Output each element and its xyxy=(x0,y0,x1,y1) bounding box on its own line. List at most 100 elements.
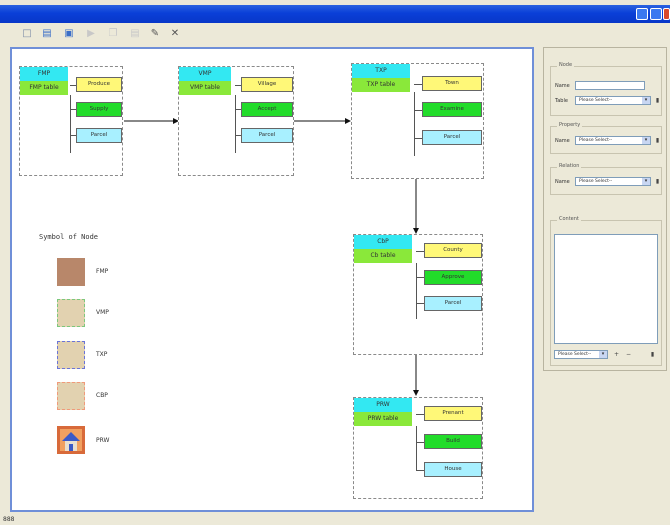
node-table-label: TXP table xyxy=(352,78,410,92)
node-txp[interactable]: TXP TXP table Town Examine Parcel xyxy=(351,63,484,179)
delete-x-icon[interactable]: ✕ xyxy=(168,27,182,41)
remove-icon[interactable]: − xyxy=(624,350,633,359)
tree-line xyxy=(414,92,415,156)
content-textarea[interactable] xyxy=(554,234,658,344)
trash-icon[interactable]: ▮ xyxy=(653,136,662,145)
node-name-input[interactable] xyxy=(575,81,645,90)
node-table-label: PRW table xyxy=(354,412,412,426)
tree-branch xyxy=(416,303,424,304)
tree-branch xyxy=(416,277,424,278)
name-label: Name xyxy=(555,83,570,89)
tree-branch xyxy=(416,251,424,252)
group-title: Relation xyxy=(557,163,582,169)
legend-symbol-prw[interactable] xyxy=(57,426,85,454)
property-panel: Node Name Table Please Select-- ▾ ▮ Prope… xyxy=(543,47,667,371)
minimize-button[interactable] xyxy=(636,8,648,20)
new-file-icon[interactable]: □ xyxy=(20,27,34,41)
node-cbp[interactable]: CbP Cb table County Approve Parcel xyxy=(353,234,483,355)
open-folder-icon[interactable]: ▤ xyxy=(40,27,54,41)
relation-name-select[interactable]: Please Select-- ▾ xyxy=(575,177,651,186)
node-header: CbP xyxy=(354,235,412,249)
property-name-select[interactable]: Please Select-- ▾ xyxy=(575,136,651,145)
parcel-chip[interactable]: Parcel xyxy=(241,128,293,143)
tree-branch xyxy=(416,470,424,471)
edit-pen-icon[interactable]: ✎ xyxy=(148,27,162,41)
relation-chip[interactable]: Examine xyxy=(422,102,482,117)
chevron-down-icon: ▾ xyxy=(642,137,650,144)
node-table-label: Cb table xyxy=(354,249,412,263)
legend-label: TXP xyxy=(96,351,108,358)
relation-group: Relation Name Please Select-- ▾ ▮ xyxy=(550,163,662,195)
content-select[interactable]: Please Select-- ▾ xyxy=(554,350,608,359)
trash-icon[interactable]: ▮ xyxy=(653,177,662,186)
legend-symbol-vmp[interactable] xyxy=(57,299,85,327)
node-prw[interactable]: PRW PRW table Prenant Build House xyxy=(353,397,483,499)
legend-title: Symbol of Node xyxy=(39,233,99,241)
tree-branch xyxy=(414,138,422,139)
add-icon[interactable]: + xyxy=(612,350,621,359)
chevron-down-icon: ▾ xyxy=(642,97,650,104)
legend-label: CBP xyxy=(96,392,108,399)
property-chip[interactable]: County xyxy=(424,243,482,258)
legend-symbol-txp[interactable] xyxy=(57,341,85,369)
node-header: FMP xyxy=(20,67,68,81)
node-header: VMP xyxy=(179,67,231,81)
property-chip[interactable]: Town xyxy=(422,76,482,91)
group-title: Content xyxy=(557,216,581,222)
name-label: Name xyxy=(555,138,570,144)
tree-line xyxy=(416,263,417,319)
node-table-label: VMP table xyxy=(179,81,231,95)
tree-branch xyxy=(414,110,422,111)
save-icon[interactable]: ▣ xyxy=(62,27,76,41)
copy-icon[interactable]: ❐ xyxy=(106,27,120,41)
node-header: PRW xyxy=(354,398,412,412)
node-group: Node Name Table Please Select-- ▾ ▮ xyxy=(550,62,662,116)
relation-chip[interactable]: Approve xyxy=(424,270,482,285)
close-button[interactable] xyxy=(663,8,670,20)
table-select[interactable]: Please Select-- ▾ xyxy=(575,96,651,105)
property-group: Property Name Please Select-- ▾ ▮ xyxy=(550,122,662,154)
title-bar xyxy=(0,5,670,23)
group-title: Property xyxy=(557,122,583,128)
parcel-chip[interactable]: House xyxy=(424,462,482,477)
relation-chip[interactable]: Accept xyxy=(241,102,293,117)
group-title: Node xyxy=(557,62,575,68)
tree-branch xyxy=(416,442,424,443)
legend-symbol-fmp[interactable] xyxy=(57,258,85,286)
parcel-chip[interactable]: Parcel xyxy=(422,130,482,145)
legend-label: FMP xyxy=(96,268,109,275)
status-text: 888 xyxy=(3,516,15,523)
parcel-chip[interactable]: Parcel xyxy=(424,296,482,311)
tree-branch xyxy=(416,414,424,415)
relation-chip[interactable]: Build xyxy=(424,434,482,449)
table-label: Table xyxy=(555,98,568,104)
tree-branch xyxy=(414,84,422,85)
tree-line xyxy=(70,95,71,153)
trash-icon[interactable]: ▮ xyxy=(653,96,662,105)
chevron-down-icon: ▾ xyxy=(642,178,650,185)
property-chip[interactable]: Prenant xyxy=(424,406,482,421)
print-icon[interactable]: ▤ xyxy=(128,27,142,41)
run-icon[interactable]: ▶ xyxy=(84,27,98,41)
parcel-chip[interactable]: Parcel xyxy=(76,128,122,143)
legend-label: VMP xyxy=(96,309,109,316)
legend-symbol-cbp[interactable] xyxy=(57,382,85,410)
chevron-down-icon: ▾ xyxy=(599,351,607,358)
node-vmp[interactable]: VMP VMP table Village Accept Parcel xyxy=(178,66,294,176)
app-window: □ ▤ ▣ ▶ ❐ ▤ ✎ ✕ FMP FMP table Produce Su… xyxy=(0,0,670,525)
relation-chip[interactable]: Supply xyxy=(76,102,122,117)
tree-line xyxy=(416,426,417,470)
trash-icon[interactable]: ▮ xyxy=(648,350,657,359)
name-label: Name xyxy=(555,179,570,185)
toolbar: □ ▤ ▣ ▶ ❐ ▤ ✎ ✕ xyxy=(0,25,670,45)
diagram-canvas[interactable]: FMP FMP table Produce Supply Parcel VMP … xyxy=(10,47,534,512)
property-chip[interactable]: Produce xyxy=(76,77,122,92)
house-icon xyxy=(57,426,85,454)
property-chip[interactable]: Village xyxy=(241,77,293,92)
maximize-button[interactable] xyxy=(650,8,662,20)
node-fmp[interactable]: FMP FMP table Produce Supply Parcel xyxy=(19,66,123,176)
status-bar: 888 xyxy=(0,514,670,525)
node-table-label: FMP table xyxy=(20,81,68,95)
legend-label: PRW xyxy=(96,437,110,444)
tree-line xyxy=(235,95,236,153)
